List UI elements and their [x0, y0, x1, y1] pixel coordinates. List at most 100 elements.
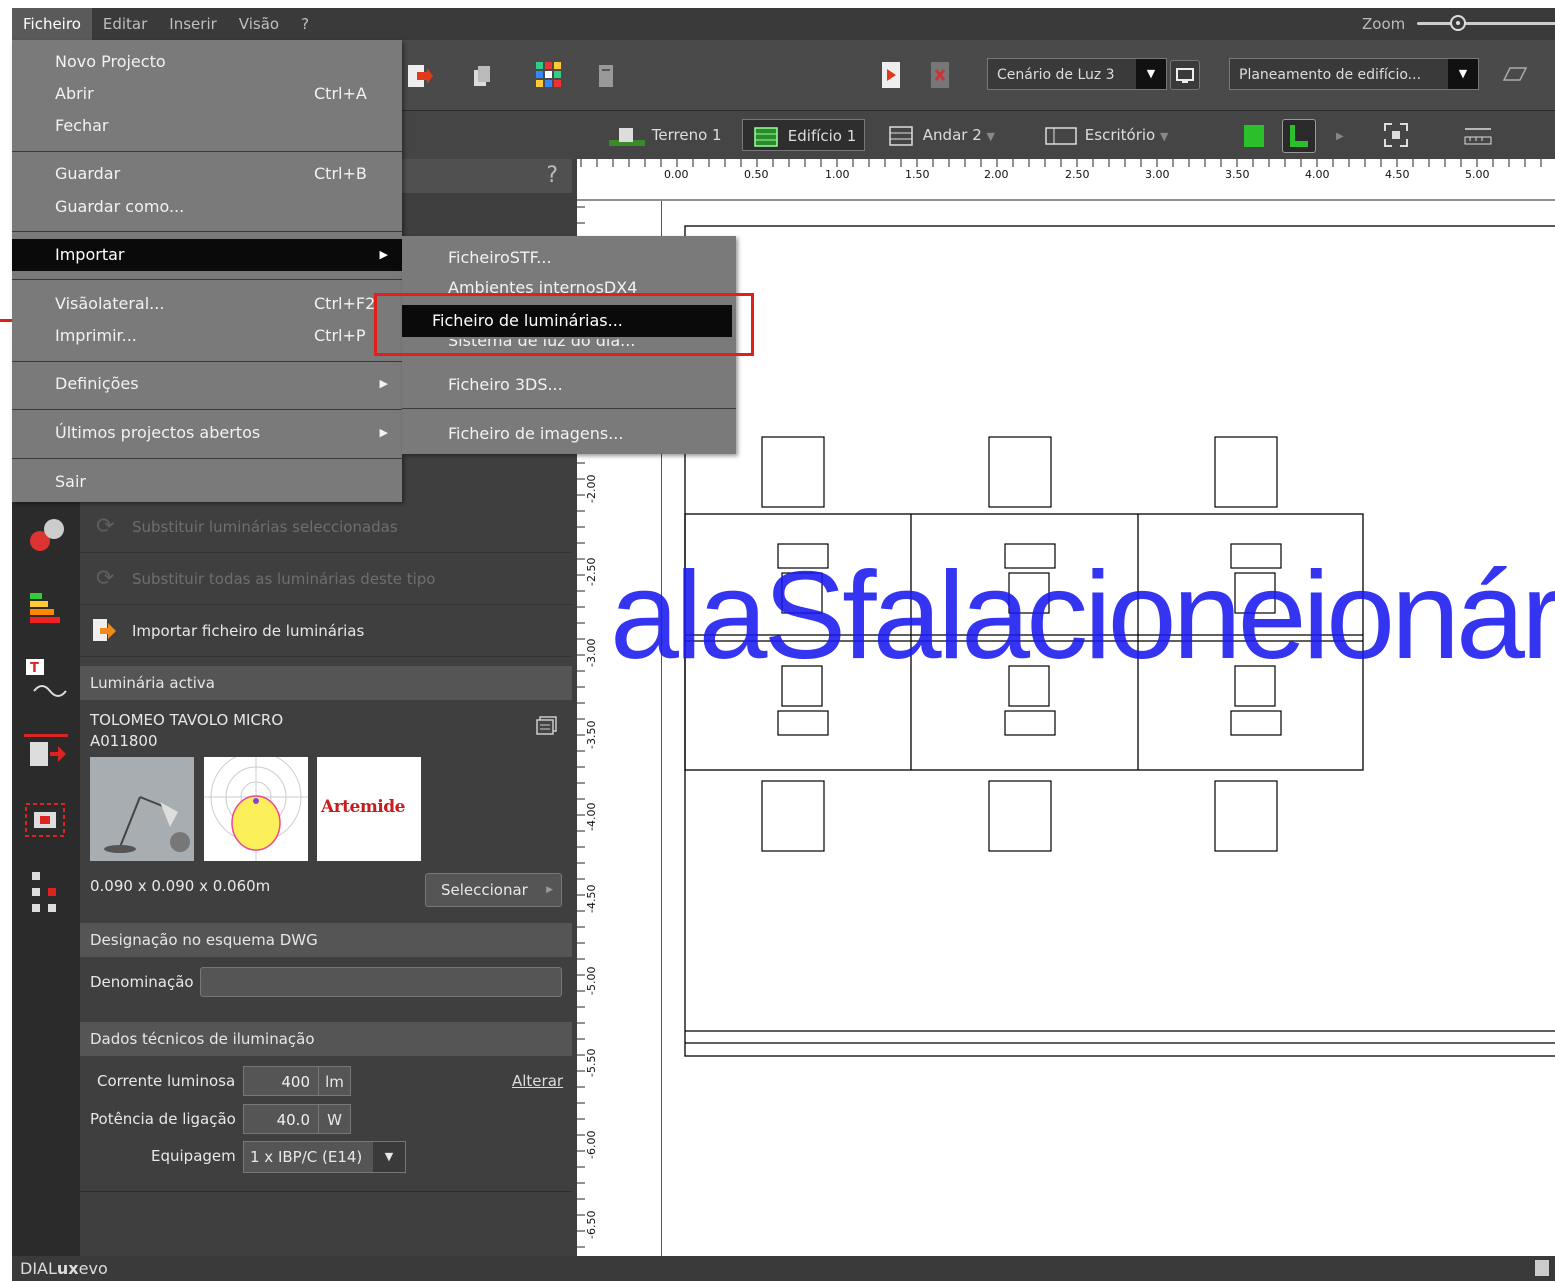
fit-view-icon[interactable]	[1382, 121, 1410, 149]
active-luminaire-header: Luminária activa	[80, 666, 572, 700]
import-luminaire-label: Importar ficheiro de luminárias	[132, 622, 365, 640]
monitor-icon[interactable]	[1170, 60, 1200, 90]
overlay-label: alaSfalacioneionár	[610, 547, 1555, 685]
menu-item-new-project[interactable]: Novo Projecto	[12, 46, 402, 78]
power-label: Potência de ligação	[90, 1110, 236, 1128]
datasheet-icon[interactable]	[536, 715, 558, 739]
replace-all-action: ⟳ Substituir todas as luminárias deste t…	[80, 553, 572, 605]
3ds-label: Ficheiro 3DS...	[448, 375, 563, 394]
save-icon[interactable]	[1535, 1260, 1549, 1276]
file-menu: Novo Projecto Abrir Ctrl+A Fechar Guardar…	[12, 40, 402, 502]
ruler-label: -6.00	[585, 1130, 598, 1159]
side-view-shortcut: Ctrl+F2	[314, 294, 376, 313]
catalog-grid-icon[interactable]	[534, 60, 562, 88]
import-arrow-icon[interactable]	[405, 62, 433, 90]
power-unit: W	[319, 1104, 351, 1134]
nav-andar[interactable]: Andar 2 ▼	[886, 119, 995, 151]
submenu-arrow-icon: ▶	[379, 377, 388, 390]
brand-logo: Artemide	[317, 757, 421, 861]
close-label: Fechar	[55, 116, 109, 135]
denomination-label: Denominação	[90, 973, 194, 991]
luminaire-photo	[90, 757, 194, 861]
menu-item-import[interactable]: Importar ▶	[12, 239, 402, 271]
hierarchy-icon[interactable]	[18, 864, 74, 920]
render-stop-icon[interactable]	[927, 60, 955, 88]
ruler-label: 1.00	[825, 168, 850, 181]
replace-selected-action: ⟳ Substituir luminárias seleccionadas	[80, 501, 572, 553]
menu-visao[interactable]: Visão	[228, 8, 290, 40]
menu-inserir[interactable]: Inserir	[158, 8, 227, 40]
room-icon	[1045, 126, 1077, 145]
3d-box-icon[interactable]	[1240, 121, 1268, 149]
menu-item-print[interactable]: Imprimir... Ctrl+P	[12, 320, 402, 352]
menu-item-open[interactable]: Abrir Ctrl+A	[12, 78, 402, 110]
floor-plan-canvas[interactable]: alaSfalacioneionár	[610, 201, 1555, 1256]
wall-tool-icon[interactable]	[1282, 119, 1316, 153]
light-distribution-diagram	[204, 751, 308, 861]
chevron-right-icon: ▶	[1336, 131, 1344, 142]
menu-item-recent-projects[interactable]: Últimos projectos abertos ▶	[12, 417, 402, 449]
help-button[interactable]: ?	[546, 159, 558, 193]
copy-icon[interactable]	[468, 62, 496, 90]
wrench-icon[interactable]	[18, 507, 74, 563]
menu-item-close[interactable]: Fechar	[12, 110, 402, 142]
images-label: Ficheiro de imagens...	[448, 424, 624, 443]
equipment-dropdown[interactable]: 1 x IBP/C (E14) ▼	[243, 1141, 406, 1173]
chair-top	[761, 436, 825, 508]
floor-plan-icon[interactable]	[1500, 60, 1528, 88]
luminaire-name: TOLOMEO TAVOLO MICRO	[90, 711, 284, 729]
luminous-flux-field[interactable]: 400	[243, 1066, 319, 1096]
nav-edificio[interactable]: Edifício 1	[742, 119, 866, 151]
luminaire-code: A011800	[90, 732, 158, 750]
import-label: Importar	[55, 245, 125, 264]
select-area-icon[interactable]	[18, 794, 74, 850]
submenu-item-dx4[interactable]: Ambientes internosDX4	[402, 272, 736, 294]
menu-item-settings[interactable]: Definições ▶	[12, 368, 402, 400]
text-label-icon[interactable]: T	[18, 651, 74, 707]
menu-help[interactable]: ?	[290, 8, 320, 40]
render-start-icon[interactable]	[878, 60, 906, 88]
save-label: Guardar	[55, 164, 121, 183]
menu-item-side-view[interactable]: Visãolateral... Ctrl+F2	[12, 288, 402, 320]
nav-andar-label: Andar 2	[922, 126, 982, 144]
highlight-pointer-line	[0, 319, 12, 322]
ruler-label: 2.00	[984, 168, 1009, 181]
submenu-item-images[interactable]: Ficheiro de imagens...	[402, 418, 736, 450]
denomination-input[interactable]	[200, 967, 562, 997]
select-button[interactable]: Seleccionar ▶	[425, 873, 562, 907]
menu-item-save-as[interactable]: Guardar como...	[12, 191, 402, 223]
recent-projects-label: Últimos projectos abertos	[55, 423, 261, 442]
zoom-slider[interactable]	[1417, 22, 1555, 25]
menu-editar[interactable]: Editar	[92, 8, 158, 40]
menu-ficheiro[interactable]: Ficheiro	[12, 8, 92, 40]
zoom-slider-handle[interactable]	[1450, 15, 1466, 31]
desk-monitor	[1230, 710, 1282, 736]
submenu-item-stf[interactable]: FicheiroSTF...	[402, 242, 736, 274]
nav-terreno[interactable]: Terreno 1	[607, 119, 722, 151]
chevron-right-icon: ▶	[546, 885, 553, 895]
power-field[interactable]: 40.0	[243, 1104, 319, 1134]
equipment-label: Equipagem	[151, 1147, 236, 1165]
ruler-label: -5.00	[585, 966, 598, 995]
energy-class-icon[interactable]	[18, 579, 74, 635]
document-icon[interactable]	[592, 62, 620, 90]
dx4-label: Ambientes internosDX4	[448, 278, 638, 294]
building-planning-dropdown[interactable]: Planeamento de edifício... ▼	[1229, 58, 1479, 90]
light-scenario-dropdown[interactable]: Cenário de Luz 3 ▼	[987, 58, 1167, 90]
save-as-label: Guardar como...	[55, 197, 185, 216]
menu-item-save[interactable]: Guardar Ctrl+B	[12, 158, 402, 190]
submenu-item-3ds[interactable]: Ficheiro 3DS...	[402, 369, 736, 401]
ruler-label: -3.00	[585, 638, 598, 667]
replace-all-label: Substituir todas as luminárias deste tip…	[132, 570, 436, 588]
measure-icon[interactable]	[1462, 121, 1492, 149]
menu-separator	[12, 151, 402, 152]
place-luminaire-icon[interactable]	[18, 724, 74, 780]
menu-item-exit[interactable]: Sair	[12, 466, 402, 498]
ruler-label: -4.00	[585, 802, 598, 831]
nav-escritorio[interactable]: Escritório ▼	[1042, 119, 1168, 151]
ruler-label: -4.50	[585, 884, 598, 913]
app-logo-prefix: DIAL	[20, 1259, 57, 1278]
change-link[interactable]: Alterar	[512, 1072, 563, 1090]
import-luminaire-action[interactable]: Importar ficheiro de luminárias	[80, 605, 572, 657]
ruler-label: 1.50	[905, 168, 930, 181]
